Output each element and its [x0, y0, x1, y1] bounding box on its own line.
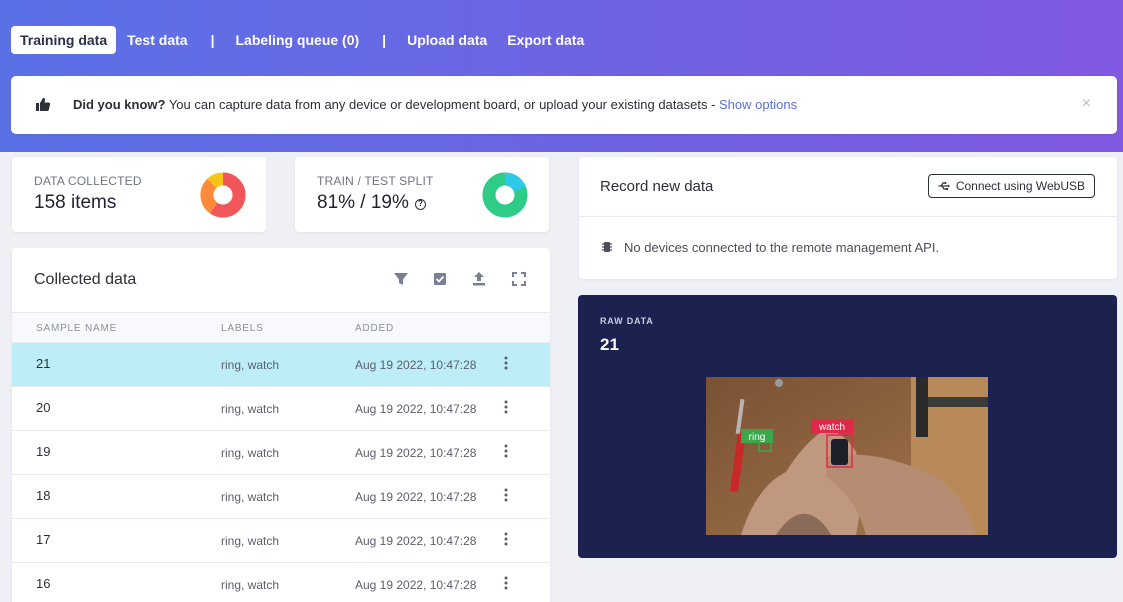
table-row[interactable]: 17 ring, watch Aug 19 2022, 10:47:28 [12, 518, 550, 562]
column-header-labels[interactable]: LABELS [221, 323, 264, 334]
more-vertical-icon[interactable] [502, 355, 510, 371]
sample-name-cell: 17 [36, 532, 51, 547]
added-cell: Aug 19 2022, 10:47:28 [355, 358, 477, 372]
table-row[interactable]: 16 ring, watch Aug 19 2022, 10:47:28 [12, 562, 550, 602]
checkbox-icon[interactable] [432, 271, 448, 287]
watch-box-label: watch [818, 422, 845, 433]
help-icon[interactable]: ? [414, 199, 426, 210]
added-cell: Aug 19 2022, 10:47:28 [355, 446, 477, 460]
labels-cell: ring, watch [221, 534, 280, 548]
raw-data-panel: RAW DATA 21 watch ring [578, 295, 1117, 558]
thumbs-up-icon [36, 97, 51, 111]
sample-name-cell: 19 [36, 444, 51, 459]
split-value-wrap: 81% / 19%? [317, 192, 426, 214]
tab-labeling-queue[interactable]: Labeling queue (0) [226, 26, 368, 54]
top-tabs: Training data Test data | Labeling queue… [11, 26, 595, 54]
divider [579, 216, 1117, 217]
train-test-split-card: TRAIN / TEST SPLIT 81% / 19%? [295, 157, 549, 232]
added-cell: Aug 19 2022, 10:47:28 [355, 534, 477, 548]
more-vertical-icon[interactable] [502, 399, 510, 415]
tip-bold: Did you know? [73, 97, 166, 112]
more-vertical-icon[interactable] [502, 575, 510, 591]
labels-cell: ring, watch [221, 402, 280, 416]
column-header-sample-name[interactable]: SAMPLE NAME [36, 323, 117, 334]
sample-image: watch ring [706, 377, 988, 535]
sample-name-cell: 21 [36, 356, 51, 371]
sample-name-cell: 20 [36, 400, 51, 415]
tip-body: You can capture data from any device or … [165, 97, 720, 112]
added-cell: Aug 19 2022, 10:47:28 [355, 402, 477, 416]
raw-data-label: RAW DATA [600, 316, 654, 326]
added-cell: Aug 19 2022, 10:47:28 [355, 578, 477, 592]
record-new-data-title: Record new data [600, 178, 714, 195]
close-icon[interactable]: × [1082, 95, 1091, 113]
split-label: TRAIN / TEST SPLIT [317, 174, 434, 188]
ring-box-label: ring [749, 432, 766, 443]
tab-training-data[interactable]: Training data [11, 26, 117, 54]
tip-banner: Did you know? You can capture data from … [11, 76, 1117, 134]
more-vertical-icon[interactable] [502, 531, 510, 547]
more-vertical-icon[interactable] [502, 487, 510, 503]
labels-cell: ring, watch [221, 578, 280, 592]
tip-text: Did you know? You can capture data from … [73, 97, 797, 112]
data-collected-label: DATA COLLECTED [34, 174, 142, 188]
table-row[interactable]: 21 ring, watch Aug 19 2022, 10:47:28 [12, 342, 550, 386]
labels-cell: ring, watch [221, 490, 280, 504]
tab-separator: | [382, 32, 387, 48]
data-collected-card: DATA COLLECTED 158 items [12, 157, 266, 232]
table-row[interactable]: 19 ring, watch Aug 19 2022, 10:47:28 [12, 430, 550, 474]
collected-data-card: Collected data SAMPLE NAME LABELS ADDED … [12, 248, 550, 602]
upload-icon[interactable] [471, 271, 487, 287]
raw-data-sample-id: 21 [600, 335, 619, 354]
tab-upload-data[interactable]: Upload data [398, 26, 496, 54]
more-vertical-icon[interactable] [502, 443, 510, 459]
added-cell: Aug 19 2022, 10:47:28 [355, 490, 477, 504]
no-devices-message: No devices connected to the remote manag… [624, 240, 940, 255]
collected-data-title: Collected data [34, 271, 137, 288]
tab-separator: | [210, 32, 215, 48]
record-new-data-card: Record new data Connect using WebUSB No … [579, 157, 1117, 279]
sample-name-cell: 18 [36, 488, 51, 503]
connect-webusb-button[interactable]: Connect using WebUSB [927, 174, 1095, 198]
split-value: 81% / 19% [317, 192, 409, 213]
filter-icon[interactable] [393, 271, 409, 287]
chip-icon [602, 242, 612, 252]
expand-icon[interactable] [511, 271, 527, 287]
labels-cell: ring, watch [221, 446, 280, 460]
labels-cell: ring, watch [221, 358, 280, 372]
tab-export-data[interactable]: Export data [498, 26, 593, 54]
sample-name-cell: 16 [36, 576, 51, 591]
table-row[interactable]: 20 ring, watch Aug 19 2022, 10:47:28 [12, 386, 550, 430]
labels-donut-chart [200, 172, 246, 218]
data-collected-value: 158 items [34, 192, 117, 213]
table-header: SAMPLE NAME LABELS ADDED [12, 312, 550, 344]
connect-webusb-label: Connect using WebUSB [955, 179, 1085, 193]
split-donut-chart [482, 172, 528, 218]
column-header-added[interactable]: ADDED [355, 323, 394, 334]
table-row[interactable]: 18 ring, watch Aug 19 2022, 10:47:28 [12, 474, 550, 518]
tab-test-data[interactable]: Test data [118, 26, 196, 54]
show-options-link[interactable]: Show options [719, 97, 797, 112]
usb-icon [938, 182, 950, 190]
